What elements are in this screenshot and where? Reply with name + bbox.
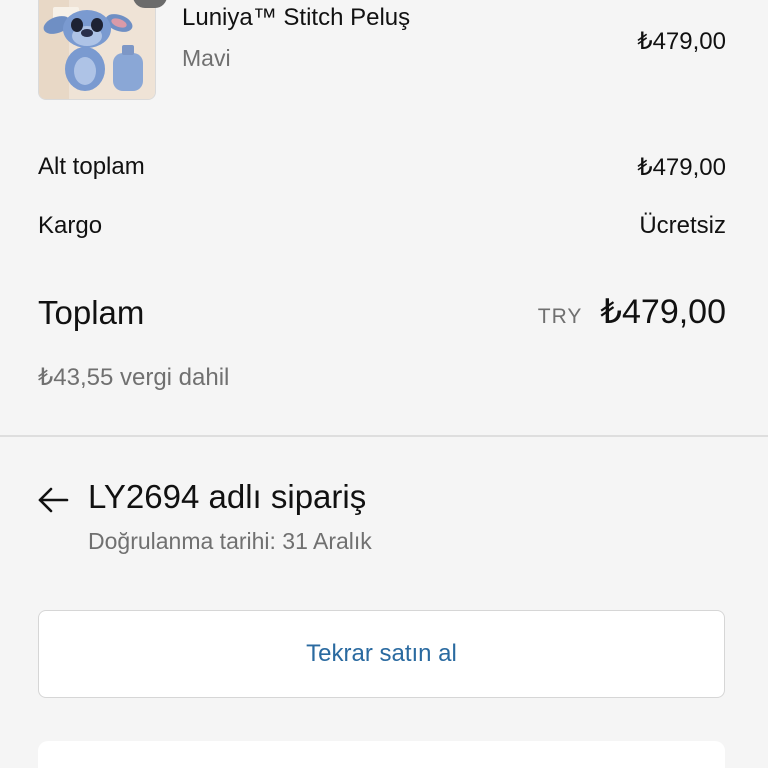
total-amount: TRY ₺479,00 (538, 292, 726, 332)
product-variant: Mavi (182, 45, 231, 71)
arrow-left-icon (38, 487, 69, 513)
order-status-card (38, 741, 725, 768)
buy-again-button[interactable]: Tekrar satın al (38, 610, 725, 698)
product-name: Luniya™ Stitch Peluş (182, 4, 411, 31)
order-title: LY2694 adlı sipariş (88, 478, 367, 515)
back-button[interactable] (36, 484, 70, 516)
section-divider (0, 435, 768, 437)
product-price: ₺479,00 (637, 28, 726, 55)
shipping-label: Kargo (38, 212, 103, 239)
order-confirmed-date: Doğrulanma tarihi: 31 Aralık (88, 528, 372, 554)
subtotal-value: ₺479,00 (637, 154, 726, 181)
shipping-value: Ücretsiz (639, 212, 726, 239)
stitch-plush-image (39, 0, 155, 99)
product-image (38, 0, 156, 100)
buy-again-label: Tekrar satın al (306, 640, 457, 667)
tax-note: ₺43,55 vergi dahil (38, 364, 230, 391)
checkout-order-status-page: Luniya™ Stitch Peluş Mavi ₺479,00 Alt to… (0, 0, 768, 768)
total-value: ₺479,00 (600, 293, 726, 331)
total-label: Toplam (38, 294, 145, 331)
total-currency: TRY (537, 305, 583, 328)
subtotal-label: Alt toplam (38, 153, 145, 180)
